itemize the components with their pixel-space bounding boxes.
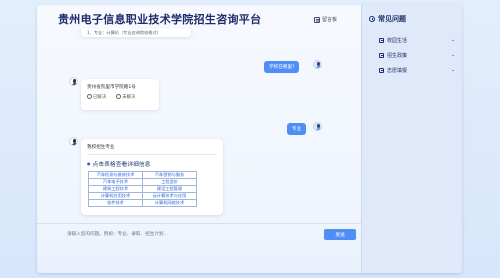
- faq-category-label: 校园生活: [387, 38, 408, 44]
- faq-category-campus[interactable]: 校园生活 ⌄: [379, 36, 455, 45]
- chevron-down-icon: ⌄: [451, 68, 455, 73]
- major-cell[interactable]: 计算机网络技术: [142, 199, 197, 207]
- bot-message-text: 我校招生专业: [87, 145, 115, 150]
- major-cell[interactable]: 计算机应用技术: [88, 192, 143, 200]
- campus-icon: [379, 38, 384, 43]
- major-cell[interactable]: 建设工程管理: [142, 185, 197, 193]
- table-row: 建筑工程技术 建设工程管理: [88, 185, 197, 193]
- bot-message: 我校招生专业 点击表格查看详细信息 汽车检测与维修技术 汽车营销与服务 汽车电子…: [81, 139, 223, 215]
- feedback-row: 已解决 未解决: [87, 94, 153, 100]
- faq-category-application[interactable]: 志愿填报 ⌄: [379, 66, 455, 75]
- major-cell[interactable]: 软件技术: [88, 199, 143, 207]
- guestbook-button[interactable]: 留言板: [314, 16, 337, 23]
- user-message-text: 学校在哪里?: [269, 65, 295, 70]
- unresolved-label: 未解决: [122, 95, 136, 100]
- clock-icon: [369, 16, 375, 22]
- bot-message-text: 贵州省凯里市学院路1号: [87, 85, 136, 90]
- chevron-down-icon: ⌄: [451, 38, 455, 43]
- user-avatar: [313, 122, 322, 131]
- unresolved-button[interactable]: 未解决: [116, 94, 135, 100]
- app-title: 贵州电子信息职业技术学院招生咨询平台: [58, 13, 262, 26]
- table-row: 汽车电子技术 工程造价: [88, 178, 197, 186]
- faq-category-policy[interactable]: 招生政策 ⌄: [379, 51, 455, 60]
- major-cell[interactable]: 汽车电子技术: [88, 178, 143, 186]
- bot-message: 贵州省凯里市学院路1号 已解决 未解决: [81, 79, 159, 110]
- faq-title: 常见问题: [369, 14, 406, 24]
- resolved-button[interactable]: 已解决: [87, 94, 106, 100]
- user-message: 专业: [287, 123, 307, 135]
- question-input[interactable]: [67, 230, 287, 239]
- thumb-up-icon: [87, 94, 92, 99]
- user-message-text: 专业: [292, 127, 302, 132]
- thumb-down-icon: [116, 94, 122, 99]
- faq-category-label: 招生政策: [387, 53, 408, 59]
- table-row: 汽车检测与维修技术 汽车营销与服务: [88, 171, 197, 179]
- app-window: 贵州电子信息职业技术学院招生咨询平台 留言板 1、专业：计算机（专业咨询院校格式…: [37, 5, 462, 273]
- faq-category-label: 志愿填报: [387, 68, 408, 74]
- bot-avatar: [69, 137, 78, 146]
- message-list[interactable]: 1、专业：计算机（专业咨询院校格式） 学校在哪里? 贵州省凯里市学院路1号 已解…: [37, 29, 361, 225]
- guestbook-icon: [314, 16, 320, 23]
- major-cell[interactable]: 工程造价: [142, 178, 197, 186]
- application-icon: [379, 68, 384, 73]
- user-message: 学校在哪里?: [264, 61, 300, 73]
- guestbook-label: 留言板: [322, 17, 338, 23]
- faq-sidebar: 常见问题 校园生活 ⌄ 招生政策 ⌄ 志愿填报 ⌄: [361, 5, 462, 273]
- major-cell[interactable]: 建筑工程技术: [88, 185, 143, 193]
- user-avatar: [313, 60, 322, 69]
- major-cell[interactable]: 云计算技术与应用: [142, 192, 197, 200]
- composer: 发送: [37, 223, 361, 273]
- send-button[interactable]: 发送: [324, 229, 356, 240]
- table-row: 软件技术 计算机网络技术: [88, 199, 197, 207]
- majors-table-title: 点击表格查看详细信息: [87, 159, 217, 168]
- chat-panel: 贵州电子信息职业技术学院招生咨询平台 留言板 1、专业：计算机（专业咨询院校格式…: [37, 5, 361, 273]
- header: 贵州电子信息职业技术学院招生咨询平台 留言板: [37, 5, 361, 29]
- chevron-down-icon: ⌄: [451, 53, 455, 58]
- major-cell[interactable]: 汽车营销与服务: [142, 171, 197, 179]
- majors-table: 汽车检测与维修技术 汽车营销与服务 汽车电子技术 工程造价 建筑工程技术 建设工…: [88, 171, 197, 207]
- resolved-label: 已解决: [93, 95, 107, 100]
- policy-icon: [379, 53, 384, 58]
- faq-title-text: 常见问题: [378, 15, 406, 23]
- bot-message-partial: 1、专业：计算机（专业咨询院校格式）: [81, 29, 191, 37]
- table-row: 计算机应用技术 云计算技术与应用: [88, 192, 197, 200]
- bot-message-partial-text: 1、专业：计算机（专业咨询院校格式）: [87, 30, 161, 35]
- bot-avatar: [69, 77, 78, 86]
- major-cell[interactable]: 汽车检测与维修技术: [88, 171, 143, 179]
